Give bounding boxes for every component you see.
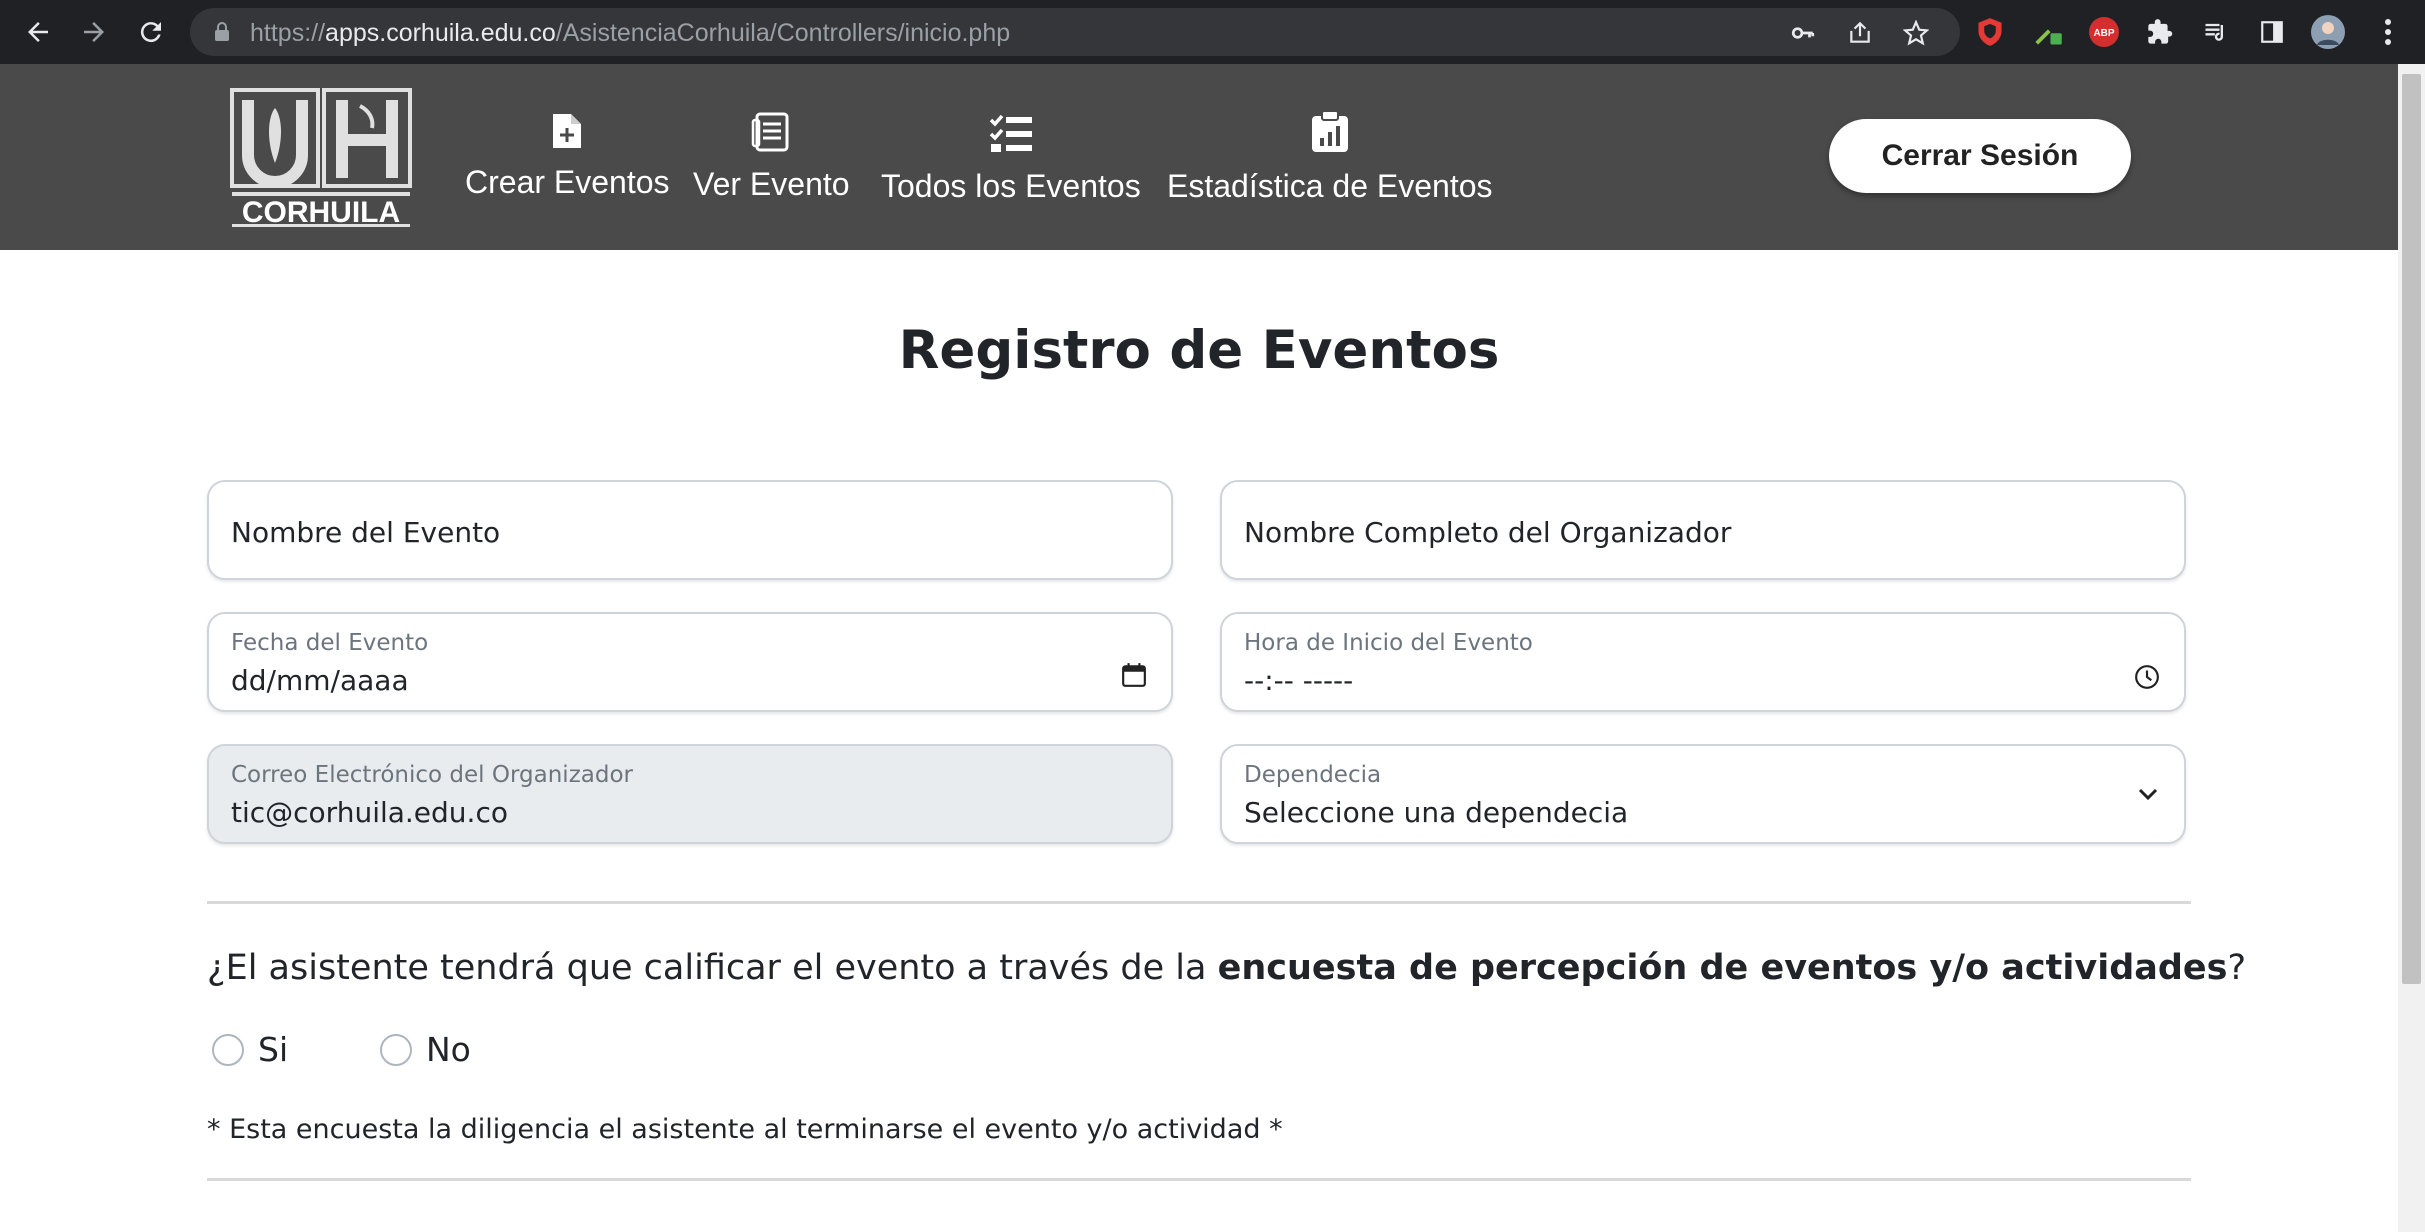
profile-avatar-icon[interactable]: [2310, 14, 2346, 50]
document-list-icon: [693, 112, 850, 160]
radio-si-label[interactable]: Si: [258, 1030, 288, 1069]
browser-toolbar: https://apps.corhuila.edu.co/AsistenciaC…: [0, 0, 2425, 64]
event-time-label: Hora de Inicio del Evento: [1244, 630, 1533, 656]
radio-no[interactable]: [380, 1033, 412, 1066]
radio-no-label[interactable]: No: [426, 1030, 471, 1069]
nav-ver-evento[interactable]: Ver Evento: [693, 112, 850, 203]
shield-extension-icon[interactable]: [1972, 14, 2008, 50]
side-panel-icon[interactable]: [2254, 14, 2290, 50]
file-plus-icon: [465, 112, 670, 158]
page-title: Registro de Eventos: [898, 320, 1500, 381]
radio-option-no[interactable]: No: [380, 1030, 471, 1069]
calendar-icon[interactable]: [1121, 662, 1147, 692]
event-date-value: dd/mm/aaaa: [231, 664, 409, 697]
organizer-email-label: Correo Electrónico del Organizador: [231, 762, 633, 788]
key-icon[interactable]: [1790, 20, 1816, 46]
dependency-label: Dependecia: [1244, 762, 1382, 788]
survey-question-text: ¿El asistente tendrá que calificar el ev…: [207, 948, 1218, 988]
eyedropper-extension-icon[interactable]: [2030, 14, 2066, 50]
nav-label: Crear Eventos: [465, 164, 670, 200]
nav-label: Estadística de Eventos: [1167, 168, 1493, 204]
scrollbar-thumb[interactable]: [2402, 74, 2421, 984]
organizer-email-field: Correo Electrónico del Organizador tic@c…: [207, 744, 1173, 844]
section-divider: [207, 901, 2191, 904]
share-icon[interactable]: [1847, 20, 1873, 46]
dependency-selected-value: Seleccione una dependecia: [1244, 796, 1629, 829]
survey-question-mark: ?: [2227, 948, 2247, 988]
organizer-email-value: tic@corhuila.edu.co: [231, 796, 508, 829]
section-divider-bottom: [207, 1178, 2191, 1181]
lock-icon[interactable]: [214, 22, 230, 46]
survey-question: ¿El asistente tendrá que calificar el ev…: [207, 948, 2246, 988]
clipboard-chart-icon: [1167, 110, 1493, 162]
forward-icon[interactable]: [74, 12, 114, 52]
nav-label: Todos los Eventos: [881, 168, 1141, 204]
site-navbar: CORHUILA Crear Eventos Ver Evento Todos …: [0, 64, 2398, 250]
svg-text:CORHUILA: CORHUILA: [242, 196, 400, 228]
event-name-input[interactable]: Nombre del Evento: [207, 480, 1173, 580]
back-icon[interactable]: [18, 12, 58, 52]
dependency-select[interactable]: Dependecia Seleccione una dependecia: [1220, 744, 2186, 844]
radio-si[interactable]: [212, 1033, 244, 1066]
reload-icon[interactable]: [131, 12, 171, 52]
organizer-name-placeholder: Nombre Completo del Organizador: [1244, 516, 1732, 549]
checklist-icon: [881, 114, 1141, 162]
clock-icon[interactable]: [2134, 664, 2160, 694]
event-name-placeholder: Nombre del Evento: [231, 516, 501, 549]
event-date-input[interactable]: Fecha del Evento dd/mm/aaaa: [207, 612, 1173, 712]
event-date-label: Fecha del Evento: [231, 630, 429, 656]
media-queue-icon[interactable]: [2198, 14, 2234, 50]
address-bar[interactable]: https://apps.corhuila.edu.co/AsistenciaC…: [190, 8, 1960, 56]
svg-text:ABP: ABP: [2093, 28, 2114, 39]
corhuila-logo[interactable]: CORHUILA: [230, 88, 412, 229]
survey-question-bold: encuesta de percepción de eventos y/o ac…: [1217, 948, 2228, 988]
radio-option-si[interactable]: Si: [212, 1030, 288, 1069]
url-text[interactable]: https://apps.corhuila.edu.co/AsistenciaC…: [250, 19, 1010, 48]
survey-note: * Esta encuesta la diligencia el asisten…: [207, 1114, 1283, 1145]
logout-button[interactable]: Cerrar Sesión: [1829, 119, 2131, 193]
more-menu-icon[interactable]: [2370, 14, 2406, 50]
nav-label: Ver Evento: [693, 166, 850, 202]
nav-estadistica-eventos[interactable]: Estadística de Eventos: [1167, 110, 1493, 205]
bookmark-star-icon[interactable]: [1902, 19, 1930, 46]
event-time-input[interactable]: Hora de Inicio del Evento --:-- -----: [1220, 612, 2186, 712]
nav-todos-los-eventos[interactable]: Todos los Eventos: [881, 114, 1141, 205]
event-time-value: --:-- -----: [1244, 664, 1354, 697]
nav-crear-eventos[interactable]: Crear Eventos: [465, 112, 670, 201]
adblock-extension-icon[interactable]: ABP: [2086, 14, 2122, 50]
organizer-name-input[interactable]: Nombre Completo del Organizador: [1220, 480, 2186, 580]
chevron-down-icon[interactable]: [2136, 784, 2160, 808]
puzzle-extensions-icon[interactable]: [2142, 14, 2178, 50]
